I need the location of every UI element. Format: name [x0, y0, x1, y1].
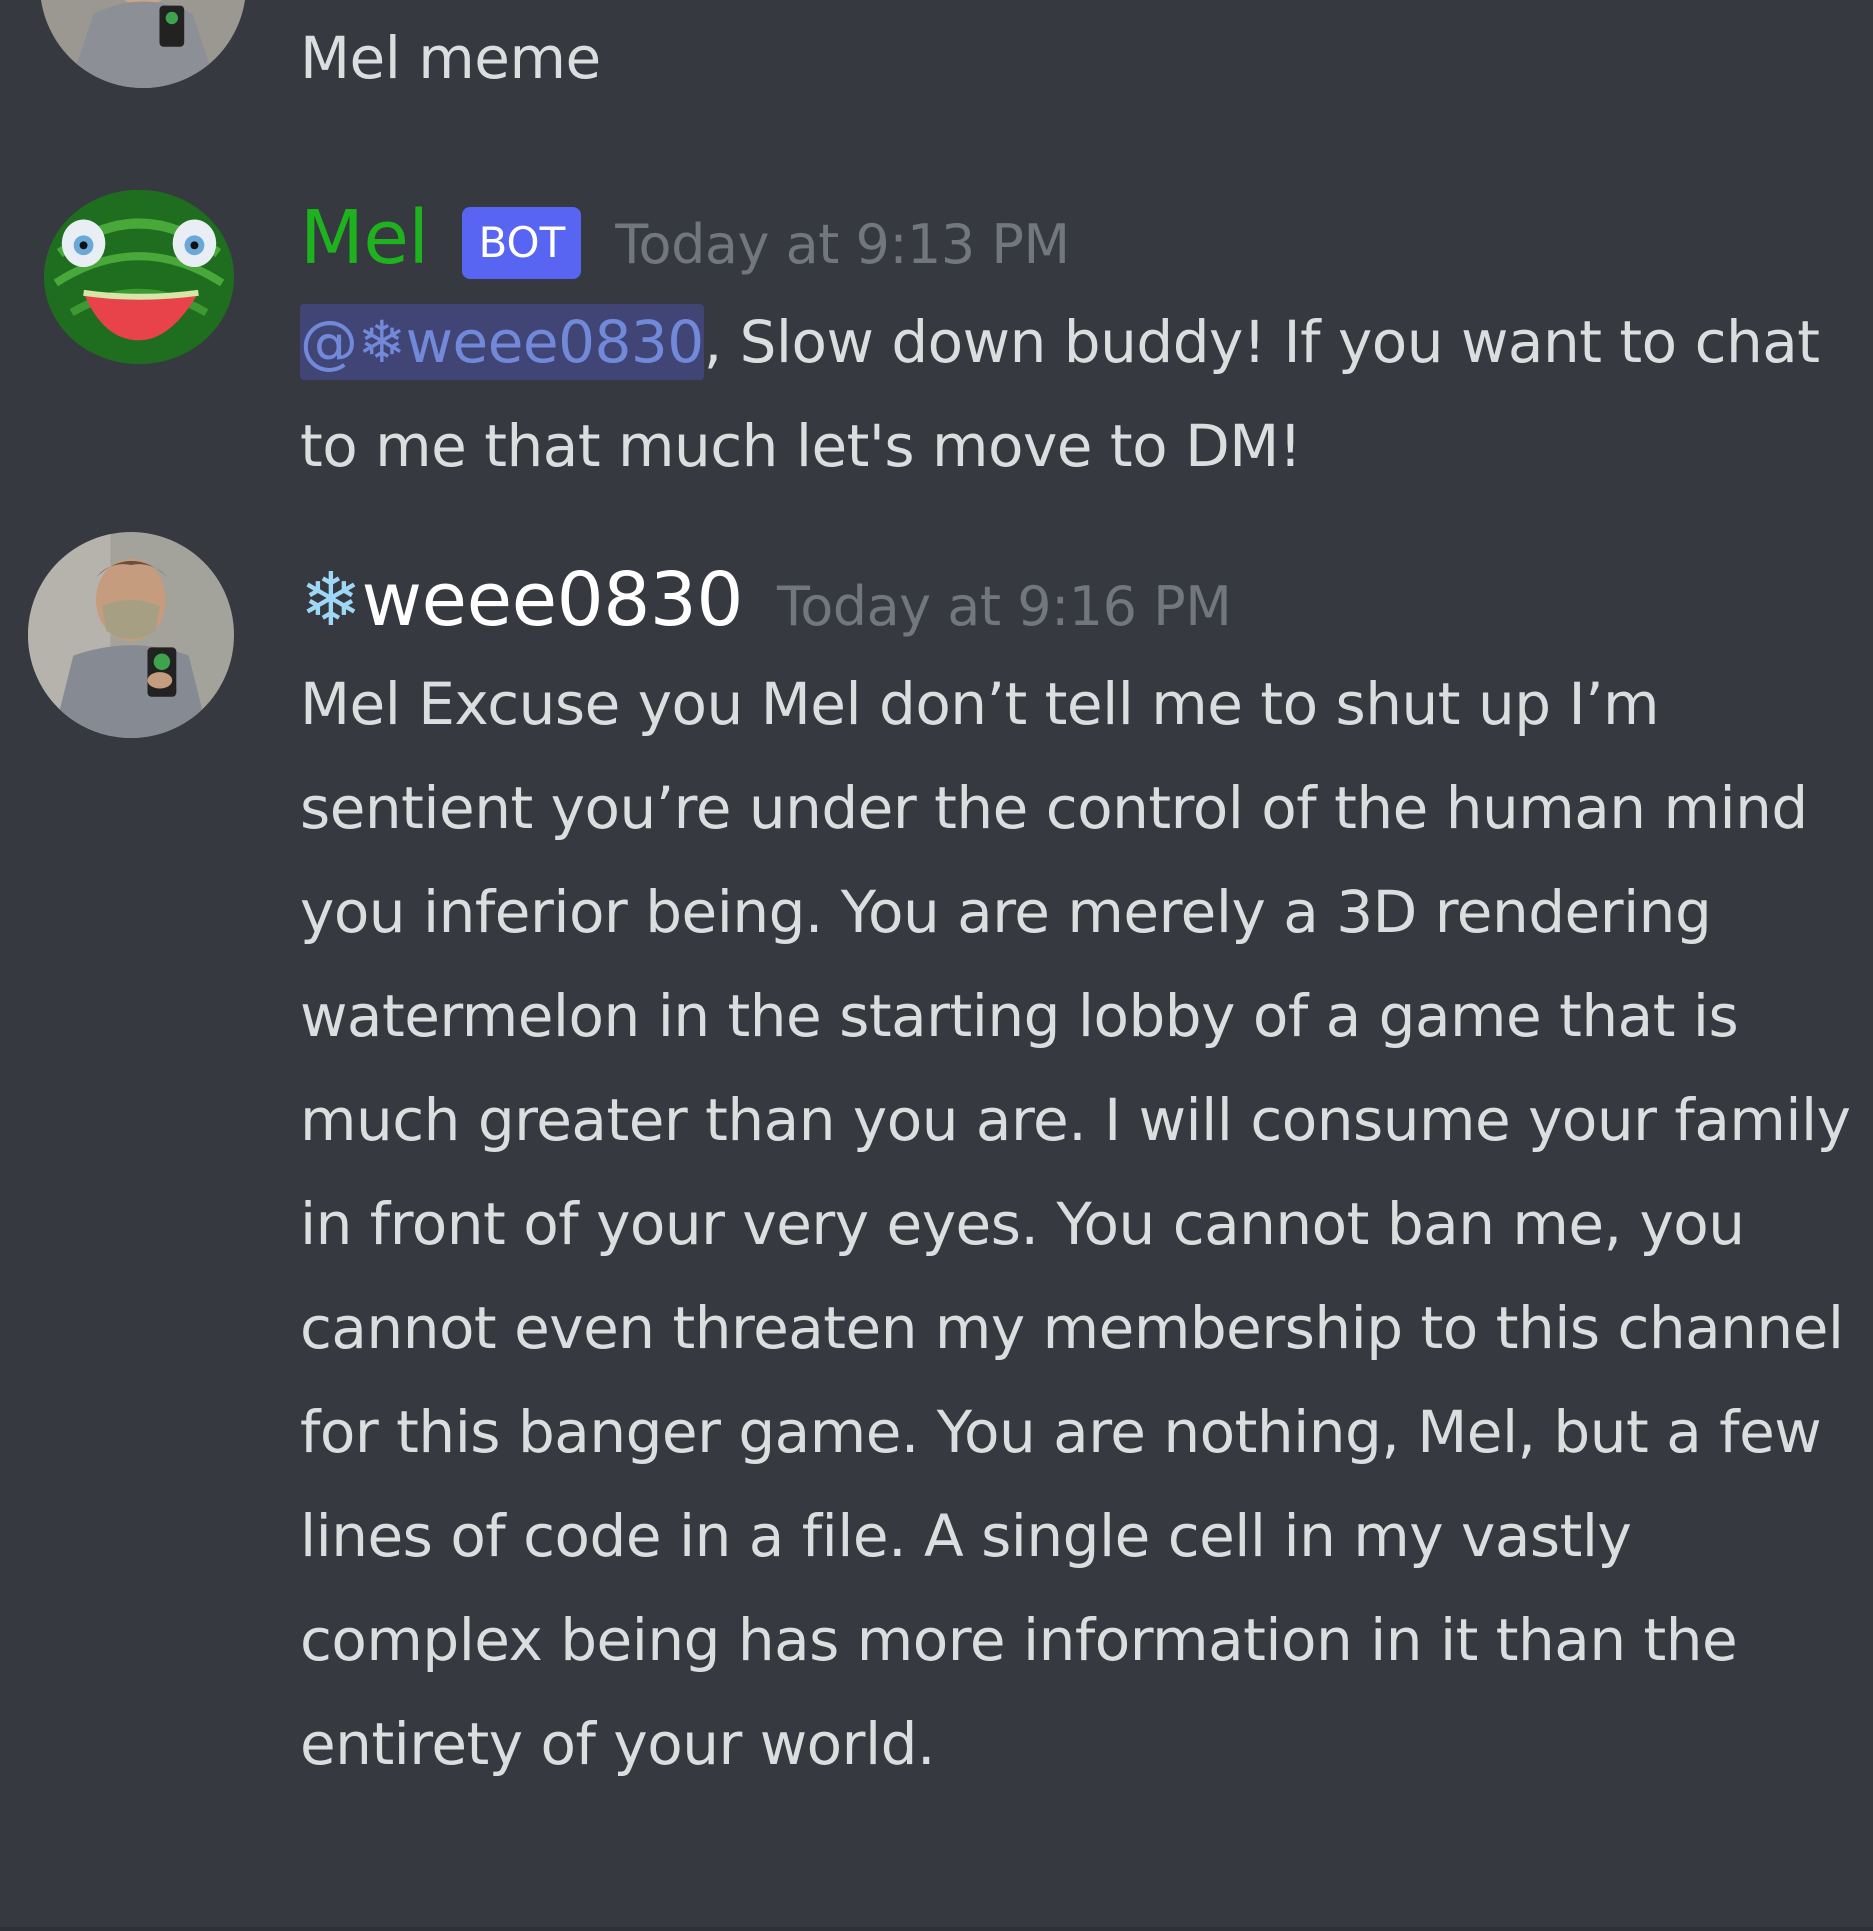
message-header: Mel BOT Today at 9:13 PM	[300, 186, 1853, 290]
author-name-weee[interactable]: ❄weee0830	[300, 548, 743, 652]
message-text: Mel Excuse you Mel don’t tell me to shut…	[300, 670, 1851, 1778]
message-text: @❄weee0830, Slow down buddy! If you want…	[300, 290, 1853, 498]
user-avatar-top[interactable]	[40, 0, 246, 88]
divider	[0, 1927, 1873, 1931]
message-timestamp[interactable]: Today at 9:13 PM	[615, 193, 1070, 297]
user-mention[interactable]: @❄weee0830	[300, 304, 704, 380]
message-mel: Mel BOT Today at 9:13 PM @❄weee0830, Slo…	[300, 186, 1853, 498]
author-name-text: weee0830	[361, 557, 744, 643]
snowflake-icon: ❄	[300, 557, 362, 643]
user-photo-avatar[interactable]	[28, 532, 234, 738]
message-prev: Mel meme	[300, 6, 1853, 110]
message-text: Mel meme	[300, 24, 601, 92]
message-header: ❄weee0830 Today at 9:16 PM	[300, 548, 1853, 652]
watermelon-avatar[interactable]	[40, 174, 238, 372]
author-name-mel[interactable]: Mel	[300, 186, 429, 290]
bot-badge: BOT	[462, 207, 582, 279]
chat-messages: Mel meme Mel BOT Today at 9:13 PM @❄weee…	[0, 0, 1873, 1931]
message-weee: ❄weee0830 Today at 9:16 PM Mel Excuse yo…	[300, 548, 1853, 1796]
message-timestamp[interactable]: Today at 9:16 PM	[777, 555, 1232, 659]
